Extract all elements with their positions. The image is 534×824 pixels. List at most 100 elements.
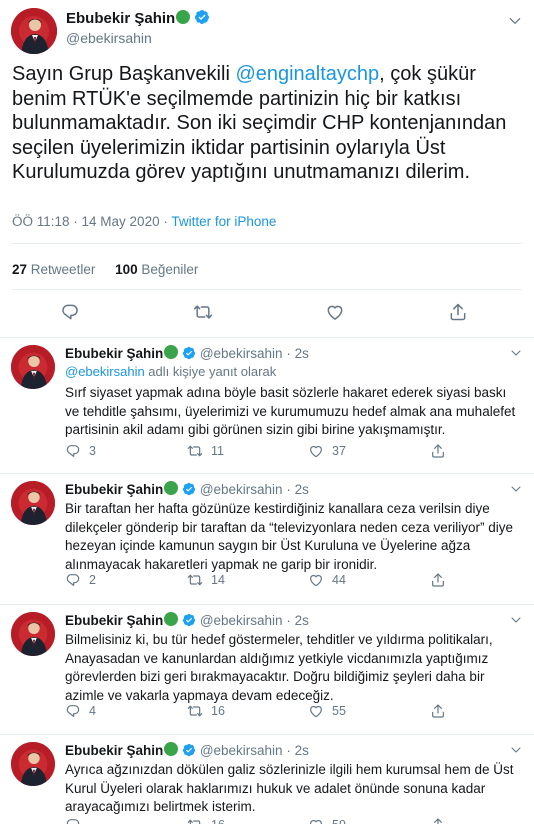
tweet-source-link[interactable]: Twitter for iPhone [171, 214, 276, 229]
reply-count: 2 [89, 573, 96, 587]
author-name[interactable]: Ebubekir Şahin [65, 613, 163, 628]
reply-icon[interactable] [60, 302, 80, 322]
green-circle-emoji [164, 612, 179, 626]
retweet-button[interactable]: 16 [187, 703, 225, 719]
like-count: 37 [332, 444, 346, 458]
retweets-label[interactable]: Retweetler [31, 262, 96, 277]
reply-header: Ebubekir Şahin @ebekirsahin · 2s [65, 345, 309, 361]
reply-actions: 4 16 55 [65, 703, 465, 721]
author-name-text[interactable]: Ebubekir Şahin [66, 10, 175, 27]
tweet-timestamp[interactable]: ÖÖ 11:18 · 14 May 2020 · [12, 214, 171, 229]
replying-to-label: adlı kişiye yanıt olarak [144, 364, 277, 379]
retweet-count: 16 [211, 704, 225, 718]
verified-badge-icon [194, 9, 210, 25]
green-circle-emoji [176, 10, 191, 24]
share-icon [430, 703, 446, 719]
reply-text: Bir taraftan her hafta gözünüze kestirdi… [65, 501, 513, 572]
like-count: 59 [332, 818, 346, 824]
tweet-age[interactable]: · 2s [286, 346, 309, 361]
author-name[interactable]: Ebubekir Şahin [65, 482, 163, 497]
reply-icon [65, 703, 81, 719]
tweet-age[interactable]: · 2s [286, 613, 309, 628]
retweet-icon [187, 572, 203, 588]
author-name[interactable]: Ebubekir Şahin [65, 743, 163, 758]
reply-icon [65, 572, 81, 588]
likes-label[interactable]: Beğeniler [141, 262, 198, 277]
reply-text: Bilmelisiniz ki, bu tür hedef göstermele… [65, 632, 493, 703]
retweet-icon [187, 443, 203, 459]
like-button[interactable]: 55 [308, 703, 346, 719]
reply-count: 4 [89, 704, 96, 718]
verified-badge-icon [182, 743, 196, 757]
share-icon[interactable] [448, 302, 468, 322]
divider [12, 243, 522, 244]
replying-to-link[interactable]: @ebekirsahin [65, 364, 145, 379]
verified-badge-icon [182, 613, 196, 627]
author-avatar[interactable] [11, 612, 55, 656]
like-button[interactable]: 44 [308, 572, 346, 588]
author-avatar[interactable] [11, 345, 55, 389]
like-button[interactable]: 37 [308, 443, 346, 459]
reply-actions: 2 14 44 [65, 572, 465, 590]
replying-to: @ebekirsahin adlı kişiye yanıt olarak [65, 364, 276, 379]
tweet-text-part: Sayın Grup Başkanvekili [12, 63, 236, 85]
share-button[interactable] [430, 572, 446, 588]
author-handle[interactable]: @ebekirsahin [200, 743, 283, 758]
tweet-age[interactable]: · 2s [286, 743, 309, 758]
like-count: 55 [332, 704, 346, 718]
mention-link[interactable]: @enginaltaychp [235, 63, 379, 85]
share-icon [430, 817, 446, 824]
share-icon [430, 572, 446, 588]
retweet-icon[interactable] [193, 302, 213, 322]
chevron-down-icon[interactable] [510, 744, 522, 756]
author-avatar[interactable] [11, 481, 55, 525]
share-button[interactable] [430, 817, 446, 824]
reply-icon [65, 817, 81, 824]
author-avatar[interactable] [11, 8, 57, 54]
retweet-count: 16 [211, 818, 225, 824]
like-icon [308, 443, 324, 459]
tweet-age[interactable]: · 2s [286, 482, 309, 497]
reply-tweet[interactable]: Ebubekir Şahin @ebekirsahin · 2s Bir tar… [0, 475, 534, 605]
author-name[interactable]: Ebubekir Şahin [66, 9, 210, 27]
retweet-button[interactable]: 11 [187, 443, 224, 459]
reply-text: Ayrıca ağzınızdan dökülen galiz sözlerin… [65, 762, 514, 814]
share-button[interactable] [430, 703, 446, 719]
chevron-down-icon[interactable] [510, 483, 522, 495]
author-handle[interactable]: @ebekirsahin [66, 30, 152, 46]
tweet-stats: 27 Retweetler 100 Beğeniler [12, 262, 198, 277]
retweet-button[interactable]: 16 [187, 817, 225, 824]
like-button[interactable]: 59 [308, 817, 346, 824]
retweet-icon [187, 703, 203, 719]
reply-button[interactable]: 4 [65, 703, 96, 719]
retweet-icon [187, 817, 203, 824]
retweets-count[interactable]: 27 [12, 262, 27, 277]
reply-header: Ebubekir Şahin @ebekirsahin · 2s [65, 742, 309, 758]
reply-tweet[interactable]: Ebubekir Şahin @ebekirsahin · 2s @ebekir… [0, 339, 534, 474]
reply-button[interactable]: 2 [65, 572, 96, 588]
share-button[interactable] [430, 443, 446, 459]
reply-button[interactable]: 3 [65, 443, 96, 459]
reply-tweet[interactable]: Ebubekir Şahin @ebekirsahin · 2s Ayrıca … [0, 736, 534, 824]
like-icon[interactable] [325, 302, 345, 322]
author-avatar[interactable] [11, 742, 55, 786]
verified-badge-icon [182, 346, 196, 360]
reply-count: 3 [89, 444, 96, 458]
main-tweet: Ebubekir Şahin @ebekirsahin Sayın Grup B… [0, 0, 534, 338]
author-handle[interactable]: @ebekirsahin [200, 346, 283, 361]
chevron-down-icon[interactable] [510, 347, 522, 359]
tweet-text: Sayın Grup Başkanvekili @enginaltaychp, … [12, 62, 527, 185]
retweet-button[interactable]: 14 [187, 572, 225, 588]
author-handle[interactable]: @ebekirsahin [200, 613, 283, 628]
tweet-meta: ÖÖ 11:18 · 14 May 2020 · Twitter for iPh… [12, 214, 276, 229]
chevron-down-icon[interactable] [510, 614, 522, 626]
retweet-count: 14 [211, 573, 225, 587]
reply-button[interactable] [65, 817, 89, 824]
reply-tweet[interactable]: Ebubekir Şahin @ebekirsahin · 2s Bilmeli… [0, 606, 534, 735]
green-circle-emoji [164, 742, 179, 756]
author-name[interactable]: Ebubekir Şahin [65, 346, 163, 361]
likes-count[interactable]: 100 [115, 262, 138, 277]
reply-text: Sırf siyaset yapmak adına böyle basit sö… [65, 385, 516, 437]
chevron-down-icon[interactable] [508, 14, 522, 28]
author-handle[interactable]: @ebekirsahin [200, 482, 283, 497]
